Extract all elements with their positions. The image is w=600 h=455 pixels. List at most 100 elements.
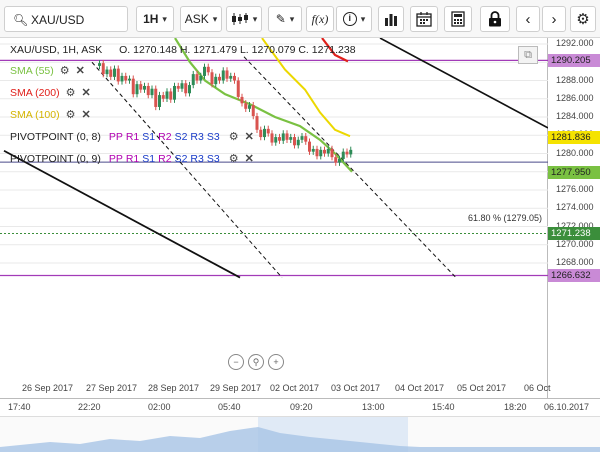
legend-ohlc: O. 1270.148 H. 1271.479 L. 1270.079 C. 1… [119,44,356,56]
calendar-button[interactable] [410,6,438,32]
candle-body [278,137,281,141]
calculator-button[interactable] [444,6,472,32]
candle-body [135,84,139,95]
close-icon[interactable]: ✕ [76,64,85,77]
candle-body [293,137,296,146]
chevron-left-icon: ‹ [525,10,531,28]
zoom-out-icon[interactable]: − [228,354,244,370]
navigator-panel[interactable] [0,416,600,452]
pivot-label-s3: S3 [206,130,220,143]
navigator-chart [0,417,600,452]
gear-icon[interactable]: ⚙ [66,108,76,121]
candle-body [251,105,255,117]
candle-body [281,133,285,141]
candle-body [109,69,113,77]
price-tick-label: 1286.000 [556,92,594,103]
gear-icon[interactable]: ⚙ [229,130,239,143]
price-tick-label: 1280.000 [556,147,594,158]
candle-body [330,148,334,158]
indicator-sma-200[interactable]: SMA (200) ⚙ ✕ [10,86,91,100]
candle-body [154,88,158,107]
date-label: 28 Sep 2017 [148,383,200,393]
scroll-left-button[interactable]: ‹ [516,6,540,32]
time-label: 09:20 [290,402,313,412]
pivot-label-r2: R2 [158,152,172,165]
pivot-label-s2: S2 [174,130,188,143]
fib-level-label: 61.80 % (1279.05) [468,213,543,223]
close-icon[interactable]: ✕ [245,152,254,165]
close-icon[interactable]: ✕ [81,86,90,99]
candle-body [308,141,311,152]
price-tick-label: 1284.000 [556,111,594,121]
indicator-sma-55[interactable]: SMA (55) ⚙ ✕ [10,64,85,78]
lock-button[interactable] [480,6,510,32]
candle-body [315,148,319,157]
timeframe-label: 1H [143,12,159,26]
settings-button[interactable]: ⚙ [570,6,596,32]
chart-toolbar: 🔍︎ XAU/USD 1H ▾ ASK ▾ ▾ ✎ ▾ f(x) i ▾ ‹ › ⚙ [0,0,600,38]
indicators-button[interactable]: f(x) [306,6,334,32]
chevron-down-icon: ▾ [212,13,218,24]
gear-icon[interactable]: ⚙ [229,152,239,165]
candle-body [124,75,128,81]
candle-body [120,75,124,82]
gear-icon: ⚙ [576,11,590,28]
timeframe-button[interactable]: 1H ▾ [136,6,174,32]
pivot-label-pp: PP [108,130,123,143]
pivot-label-r1: R1 [125,130,140,143]
pivot-label-s3: S3 [206,152,220,165]
indicator-label: SMA (200) [10,86,60,99]
bar-chart-icon [385,14,397,26]
candle-body [158,95,161,107]
price-badge: 1277.950 [548,166,600,180]
close-icon[interactable]: ✕ [245,130,254,143]
indicator-pivot-08[interactable]: PIVOTPOINT (0, 8) PP R1 S1 R2 S2 R3 S3 ⚙ ✕ [10,130,254,144]
symbol-selector[interactable]: 🔍︎ XAU/USD [4,6,128,32]
indicator-sma-100[interactable]: SMA (100) ⚙ ✕ [10,108,91,122]
candle-body [326,148,330,154]
price-type-button[interactable]: ASK ▾ [180,6,222,32]
expand-icon[interactable]: ⧉ [518,46,538,64]
search-icon: 🔍︎ [13,13,29,27]
close-icon[interactable]: ✕ [81,108,90,121]
scroll-right-button[interactable]: › [542,6,566,32]
gear-icon[interactable]: ⚙ [66,86,76,99]
candle-body [169,91,173,100]
candle-body [266,128,270,134]
pivot-label-s2: S2 [174,152,188,165]
candle-body [225,70,229,79]
candle-body [334,157,338,163]
candle-body [338,158,341,163]
chevron-down-icon: ▾ [360,13,366,24]
chevron-down-icon: ▾ [289,13,295,24]
chart-type-button[interactable]: ▾ [226,6,262,32]
price-type-label: ASK [184,12,209,26]
candle-body [259,129,263,138]
pivot-label-s1: S1 [142,130,156,143]
pivot-label-r1: R1 [125,152,140,165]
candle-body [229,75,233,79]
volume-button[interactable] [378,6,404,32]
price-badge: 1271.238 [548,227,600,241]
candle-body [349,149,353,155]
info-button[interactable]: i ▾ [336,6,372,32]
zoom-in-icon[interactable]: + [268,354,284,370]
candle-body [300,136,304,140]
candle-body [210,72,214,85]
gear-icon[interactable]: ⚙ [60,64,70,77]
price-badge: 1281.836 [548,130,600,144]
candle-body [101,63,105,75]
date-label: 05 Oct 2017 [457,383,507,393]
candle-body [296,139,300,146]
candle-body [188,85,191,94]
pencil-icon: ✎ [275,12,286,26]
candle-body [244,103,248,109]
drawing-tools-button[interactable]: ✎ ▾ [268,6,302,32]
indicator-label: PIVOTPOINT (0, 8) [10,130,101,143]
candlestick-icon [231,13,248,25]
time-label: 02:00 [148,402,171,412]
pivot-label-r3: R3 [190,152,204,165]
candle-body [323,149,326,154]
zoom-icon[interactable]: ⚲ [248,354,264,370]
indicator-pivot-09[interactable]: PIVOTPOINT (0, 9) PP R1 S1 R2 S2 R3 S3 ⚙ ✕ [10,152,254,166]
